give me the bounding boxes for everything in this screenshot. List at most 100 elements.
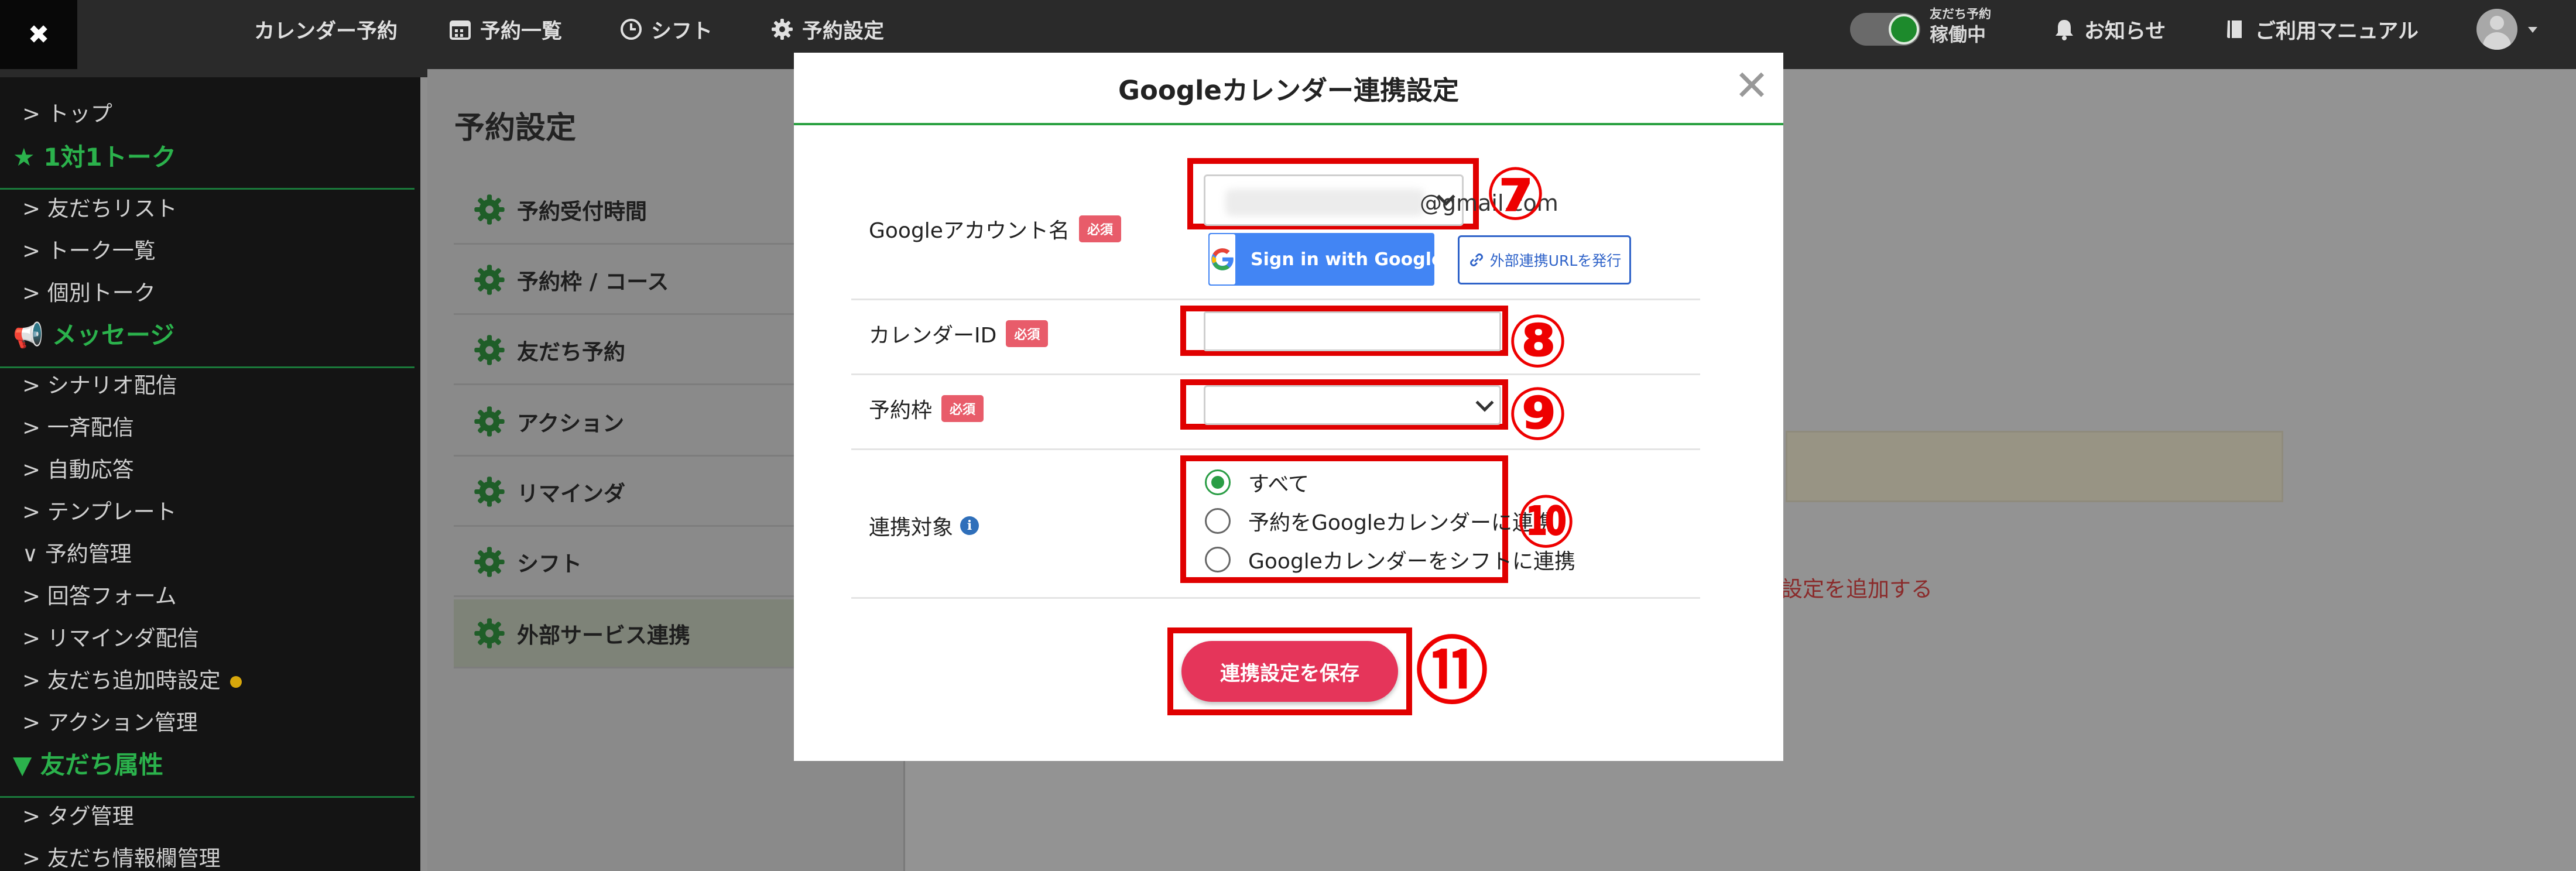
sidebar-item-reminder[interactable]: > リマインダ配信 <box>22 627 199 649</box>
calendar-id-label: カレンダーID 必須 <box>869 318 1049 349</box>
friend-booking-status: 友だち予約 稼働中 <box>1930 8 1991 44</box>
chevron-down-icon <box>1475 393 1494 412</box>
chevron-down-icon[interactable] <box>2528 27 2537 33</box>
menu-label: 予約受付時間 <box>517 198 647 224</box>
sidebar-section-friend-attributes: ▼ 友だち属性 <box>13 750 163 779</box>
annotation-number-10: ⑩ <box>1515 480 1577 564</box>
gear-icon <box>474 264 505 295</box>
booking-slot-label: 予約枠 必須 <box>869 393 984 424</box>
annotation-number-8: ⑧ <box>1507 300 1568 384</box>
sidebar-item-template[interactable]: > テンプレート <box>22 501 177 523</box>
google-logo-icon <box>1210 234 1235 284</box>
add-setting-link[interactable]: 設定を追加する <box>1781 571 1933 603</box>
label-text: 連携対象 <box>869 516 954 540</box>
sidebar-item-top[interactable]: > トップ <box>22 103 112 125</box>
avatar-body <box>2483 32 2511 50</box>
sidebar-item-auto-reply[interactable]: > 自動応答 <box>22 459 134 481</box>
close-icon[interactable]: ✕ <box>1733 64 1770 107</box>
nav-label: カレンダー予約 <box>254 19 398 43</box>
nav-booking-settings[interactable]: 予約設定 <box>770 13 884 46</box>
nav-label: 予約一覧 <box>480 19 563 43</box>
gear-icon <box>474 194 505 225</box>
nav-shift[interactable]: シフト <box>619 13 712 46</box>
gear-icon <box>474 546 505 577</box>
radio-option-all[interactable]: すべて <box>1205 467 1309 498</box>
radio-option-booking-to-google[interactable]: 予約をGoogleカレンダーに連携 <box>1205 506 1554 536</box>
google-button-label: Sign in with Google <box>1251 249 1444 270</box>
sidebar-divider <box>0 796 415 798</box>
radio-label: すべて <box>1248 472 1310 496</box>
menu-label: シフト <box>517 551 582 577</box>
sidebar-section-message: 📢 メッセージ <box>13 321 175 349</box>
required-badge: 必須 <box>1078 215 1121 242</box>
clock-icon <box>621 19 642 40</box>
google-sign-in-button[interactable]: Sign in with Google <box>1208 233 1443 286</box>
label-text: Googleアカウント名 <box>869 219 1070 243</box>
modal-header: Googleカレンダー連携設定 ✕ <box>794 53 1783 125</box>
close-menu-icon[interactable]: ✖ <box>0 0 77 69</box>
issue-external-url-button[interactable]: 外部連携URLを発行 <box>1458 235 1631 284</box>
radio-label: 予約をGoogleカレンダーに連携 <box>1248 511 1554 535</box>
notification-dot <box>229 675 242 688</box>
menu-label: アクション <box>517 410 625 436</box>
redacted-account <box>1225 189 1424 216</box>
booking-active-toggle[interactable] <box>1850 13 1920 46</box>
radio-button[interactable] <box>1205 508 1231 534</box>
user-avatar[interactable] <box>2476 9 2517 50</box>
url-button-label: 外部連携URLを発行 <box>1489 252 1622 269</box>
calendar-icon <box>450 20 471 40</box>
gear-icon <box>474 406 505 437</box>
sidebar-item-friend-added-settings[interactable]: > 友だち追加時設定 <box>22 670 242 691</box>
bell-icon <box>2056 20 2073 40</box>
annotation-number-11: ⑪ <box>1416 630 1489 714</box>
sidebar-section-1on1-talk: ★ 1対1トーク <box>13 143 176 172</box>
row-divider <box>851 448 1700 450</box>
calendar-id-input[interactable] <box>1204 311 1501 351</box>
menu-label: 予約枠 / コース <box>517 269 669 294</box>
book-icon <box>2227 20 2242 38</box>
google-account-select[interactable]: @gmail.com <box>1204 174 1558 226</box>
required-badge: 必須 <box>941 395 984 422</box>
info-icon[interactable]: i <box>960 516 979 535</box>
sidebar-item-talk-list[interactable]: > トーク一覧 <box>22 240 156 262</box>
booking-slot-select[interactable] <box>1204 385 1501 425</box>
required-badge: 必須 <box>1006 320 1049 347</box>
save-sync-settings-button[interactable]: 連携設定を保存 <box>1181 641 1398 702</box>
sidebar-item-booking-management[interactable]: ∨ 予約管理 <box>22 543 132 565</box>
gear-icon <box>474 334 505 365</box>
nav-booking-list[interactable]: 予約一覧 <box>448 13 562 46</box>
sidebar: > トップ ★ 1対1トーク > 友だちリスト > トーク一覧 > 個別トーク … <box>0 77 420 871</box>
label-text: 予約枠 <box>869 399 933 423</box>
avatar-head <box>2490 16 2504 30</box>
menu-label: リマインダ <box>517 481 625 506</box>
sidebar-item-individual-talk[interactable]: > 個別トーク <box>22 282 156 304</box>
sidebar-divider <box>0 366 415 368</box>
sidebar-item-label: > 友だち追加時設定 <box>22 668 221 693</box>
gear-icon <box>474 476 505 507</box>
sidebar-item-answer-form[interactable]: > 回答フォーム <box>22 585 177 607</box>
sync-target-label: 連携対象 i <box>869 510 979 541</box>
manual-link[interactable]: ご利用マニュアル <box>2224 13 2419 46</box>
annotation-number-7: ⑦ <box>1485 152 1546 236</box>
radio-button-selected[interactable] <box>1205 469 1231 495</box>
gear-icon <box>474 618 505 649</box>
menu-label: 友だち予約 <box>517 339 625 365</box>
nav-calendar-booking[interactable]: カレンダー予約 <box>254 13 398 46</box>
sidebar-item-friend-info-fields[interactable]: > 友だち情報欄管理 <box>22 848 221 869</box>
notifications-link[interactable]: お知らせ <box>2053 13 2166 46</box>
sidebar-item-tag-management[interactable]: > タグ管理 <box>22 805 134 827</box>
label-text: カレンダーID <box>869 324 997 348</box>
radio-button[interactable] <box>1205 547 1231 572</box>
row-divider <box>851 597 1700 599</box>
sidebar-item-action-management[interactable]: > アクション管理 <box>22 712 198 733</box>
sidebar-item-scenario[interactable]: > シナリオ配信 <box>22 375 177 396</box>
google-calendar-settings-modal: Googleカレンダー連携設定 ✕ Googleアカウント名 必須 @gmail… <box>794 53 1783 761</box>
menu-label: 外部サービス連携 <box>517 622 690 648</box>
sidebar-item-broadcast[interactable]: > 一斉配信 <box>22 417 134 438</box>
status-caption: 友だち予約 <box>1930 7 1991 21</box>
nav-label: シフト <box>651 19 713 43</box>
toggle-knob <box>1889 14 1919 44</box>
nav-label: 予約設定 <box>802 19 885 43</box>
row-divider <box>851 299 1700 300</box>
sidebar-item-friend-list[interactable]: > 友だちリスト <box>22 198 177 220</box>
